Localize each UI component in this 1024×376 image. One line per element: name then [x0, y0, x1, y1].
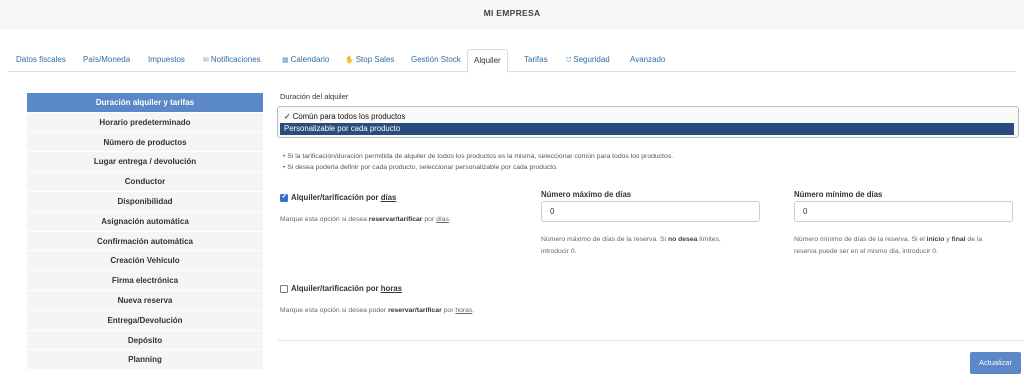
tab-label: Gestión Stock [411, 55, 461, 64]
calendar-icon: ▦ [282, 57, 289, 64]
hint-item: Si desea poderla definir por cada produc… [283, 162, 673, 173]
tab-label: Seguridad [573, 55, 610, 64]
help-text: límites, [697, 236, 721, 243]
help-text: Marque esta opción si desea [280, 216, 369, 223]
help-text: introducir 0. [541, 248, 577, 255]
duration-hints: Si la tarificación/duración permitida de… [283, 151, 673, 173]
sidebar-item-lugar-entrega[interactable]: Lugar entrega / devolución [27, 152, 263, 173]
tab-notificaciones[interactable]: ✉ Notificaciones [197, 49, 267, 72]
duration-select[interactable]: ✓ Común para todos los productos Persona… [277, 106, 1019, 138]
duration-option-personalizable[interactable]: Personalizable por cada producto [280, 123, 1014, 135]
sidebar-item-duracion[interactable]: Duración alquiler y tarifas [27, 93, 263, 113]
sidebar-item-confirmacion[interactable]: Confirmación automática [27, 231, 263, 252]
label-prefix: Alquiler/tarificación por [291, 284, 381, 293]
help-text: Número mínimo de días de la reserva. Si … [794, 236, 927, 243]
tab-label: Impuestos [148, 55, 185, 64]
tab-label: Alquiler [474, 56, 501, 65]
hours-checkbox[interactable] [280, 285, 288, 293]
sidebar-item-firma[interactable]: Firma electrónica [27, 271, 263, 291]
tab-stop-sales[interactable]: ✋ Stop Sales [339, 49, 400, 72]
help-unit: horas [455, 307, 473, 314]
help-text: Marque esta opción si desea poder [280, 307, 389, 314]
sidebar-item-nueva-reserva[interactable]: Nueva reserva [27, 290, 263, 311]
duration-label: Duración del alquiler [280, 92, 349, 101]
sidebar-item-entrega-devolucion[interactable]: Entrega/Devolución [27, 310, 263, 331]
help-bold: inicio [926, 236, 945, 243]
help-text: por [422, 216, 437, 223]
help-bold: final [951, 236, 966, 243]
sidebar-item-asignacion[interactable]: Asignación automática [27, 211, 263, 232]
tab-label: Avanzado [630, 55, 666, 64]
sidebar-item-creacion-vehiculo[interactable]: Creación Vehículo [27, 251, 263, 272]
shield-icon: ⛉ [566, 57, 572, 64]
help-text: Número máximo de días de la reserva. Si [541, 236, 668, 243]
max-days-input[interactable] [541, 201, 760, 222]
tab-calendario[interactable]: ▦ Calendario [276, 49, 335, 72]
settings-tabs: Datos fiscales País/Moneda Impuestos ✉ No… [8, 49, 1016, 73]
sidebar-item-deposito[interactable]: Depósito [27, 330, 263, 351]
company-title: MI EMPRESA [483, 8, 541, 18]
label-unit: horas [380, 284, 402, 293]
duration-option-comun[interactable]: ✓ Común para todos los productos [280, 111, 1014, 123]
max-days-help: Número máximo de días de la reserva. Si … [541, 234, 721, 258]
help-text: reserva puede ser en el mismo día, intro… [794, 248, 938, 255]
min-days-input[interactable] [794, 201, 1013, 222]
tab-label: Stop Sales [355, 55, 395, 64]
hand-icon: ✋ [345, 57, 354, 64]
tab-seguridad[interactable]: ⛉ Seguridad [560, 49, 616, 72]
max-days-label: Número máximo de días [541, 190, 632, 199]
days-checkbox[interactable] [280, 192, 288, 202]
tab-alquiler[interactable]: Alquiler [467, 49, 508, 73]
sidebar-item-horario[interactable]: Horario predeterminado [27, 112, 263, 133]
help-text: de la [965, 236, 983, 243]
help-bold: reservar/tarificar [368, 216, 423, 223]
label-prefix: Alquiler/tarificación por [291, 193, 381, 202]
footer-divider [278, 340, 1024, 341]
tab-datos-fiscales[interactable]: Datos fiscales [10, 49, 72, 72]
help-text: . [472, 307, 475, 314]
sidebar-item-conductor[interactable]: Conductor [27, 172, 263, 192]
update-button[interactable]: Actualizar [970, 352, 1021, 374]
tab-pais-moneda[interactable]: País/Moneda [77, 49, 136, 72]
tab-label: Tarifas [524, 55, 548, 64]
sidebar-item-disponibilidad[interactable]: Disponibilidad [27, 191, 263, 212]
tab-tarifas[interactable]: Tarifas [518, 49, 554, 72]
top-bar: MI EMPRESA [0, 0, 1024, 29]
tab-label: Datos fiscales [16, 55, 66, 64]
help-unit: días [436, 216, 449, 223]
sidebar-item-numero-productos[interactable]: Número de productos [27, 132, 263, 153]
hint-item: Si la tarificación/duración permitida de… [283, 151, 673, 162]
help-bold: reservar/tarificar [388, 307, 442, 314]
hours-checkbox-label[interactable]: Alquiler/tarificación por horas [291, 284, 402, 293]
help-text: y [944, 236, 952, 243]
help-text: por [441, 307, 456, 314]
label-unit: días [380, 193, 397, 202]
min-days-label: Número mínimo de días [794, 190, 883, 199]
hours-help: Marque esta opción si desea poder reserv… [280, 307, 474, 314]
tab-avanzado[interactable]: Avanzado [624, 49, 671, 72]
help-text: . [448, 216, 451, 223]
days-help: Marque esta opción si desea reservar/tar… [280, 216, 451, 223]
envelope-icon: ✉ [203, 57, 209, 64]
tab-gestion-stock[interactable]: Gestión Stock [405, 49, 467, 72]
help-bold: no desea [667, 236, 698, 243]
tab-label: Notificaciones [210, 55, 261, 64]
min-days-help: Número mínimo de días de la reserva. Si … [794, 234, 982, 258]
sidebar: Duración alquiler y tarifas Horario pred… [27, 93, 263, 371]
days-checkbox-label[interactable]: Alquiler/tarificación por días [291, 193, 396, 202]
tab-impuestos[interactable]: Impuestos [142, 49, 191, 72]
sidebar-item-planning[interactable]: Planning [27, 350, 263, 371]
tab-label: Calendario [290, 55, 330, 64]
tab-label: País/Moneda [83, 55, 131, 64]
